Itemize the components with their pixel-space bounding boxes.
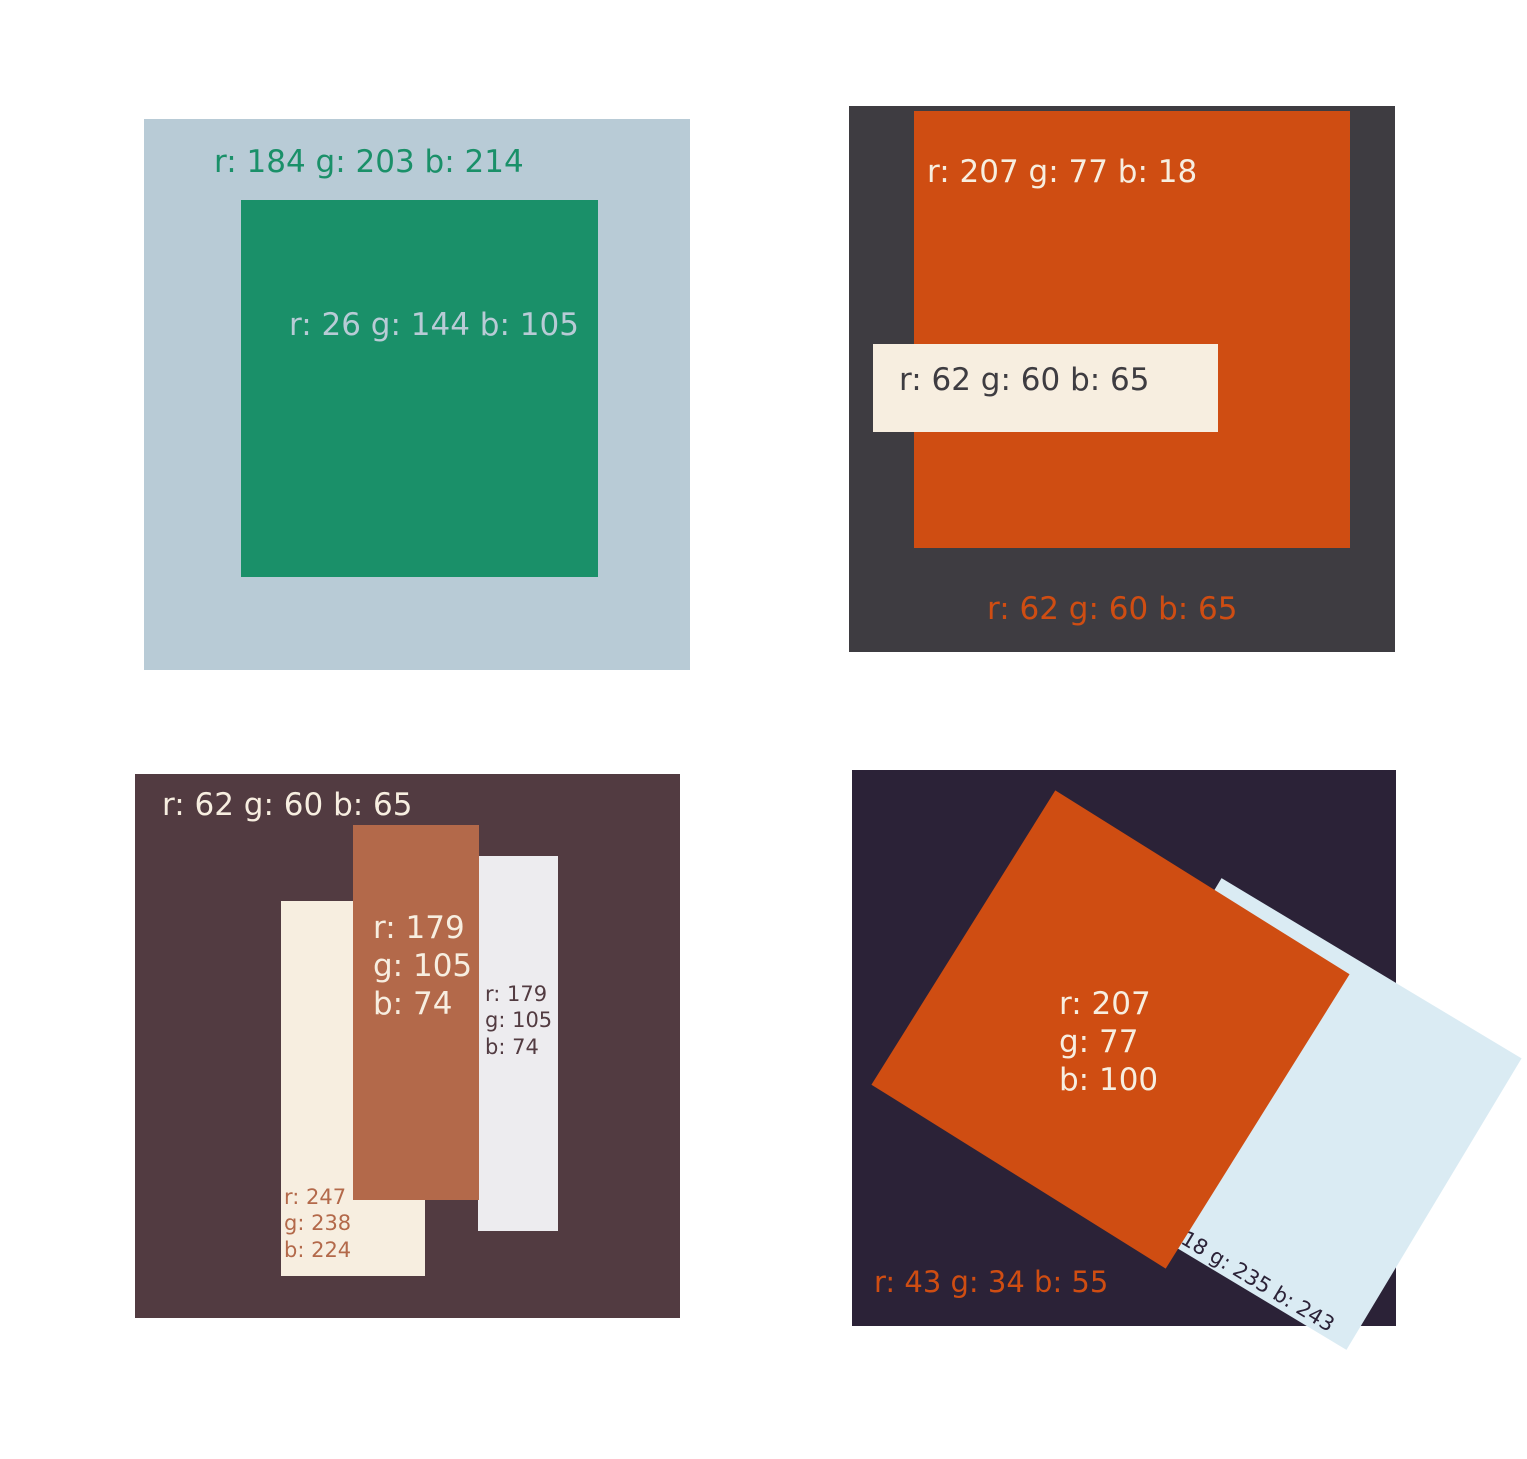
brown-strip-label: r: 179 g: 105 b: 74 [373, 910, 473, 1023]
panel-background-label: r: 62 g: 60 b: 65 [987, 591, 1238, 627]
orange-square-label: r: 207 g: 77 b: 18 [927, 154, 1198, 190]
cream-strip-label: r: 247 g: 238 b: 224 [284, 1185, 352, 1262]
inner-square: r: 26 g: 144 b: 105 [241, 200, 598, 577]
panel-top-right: r: 207 g: 77 b: 18 r: 62 g: 60 b: 65 r: … [849, 106, 1395, 652]
panel-bottom-right: r: 218 g: 235 b: 243 r: 207 g: 77 b: 100… [852, 770, 1522, 1350]
cream-bar: r: 62 g: 60 b: 65 [873, 344, 1218, 432]
gray-strip: r: 179 g: 105 b: 74 [478, 856, 558, 1231]
panel-background-label: r: 184 g: 203 b: 214 [214, 144, 524, 180]
brown-strip: r: 179 g: 105 b: 74 [353, 825, 479, 1200]
panel-bottom-left: r: 62 g: 60 b: 65 r: 179 g: 105 b: 74 r:… [135, 774, 680, 1318]
panel-top-left: r: 184 g: 203 b: 214 r: 26 g: 144 b: 105 [144, 119, 690, 670]
orange-square: r: 207 g: 77 b: 18 [914, 111, 1350, 548]
panel-background-label: r: 43 g: 34 b: 55 [874, 1265, 1109, 1299]
gray-strip-label: r: 179 g: 105 b: 74 [485, 982, 553, 1059]
inner-square-label: r: 26 g: 144 b: 105 [289, 307, 579, 343]
panel-background-label: r: 62 g: 60 b: 65 [162, 787, 413, 823]
cream-bar-label: r: 62 g: 60 b: 65 [899, 362, 1150, 398]
orange-tilted-label: r: 207 g: 77 b: 100 [1059, 986, 1159, 1099]
